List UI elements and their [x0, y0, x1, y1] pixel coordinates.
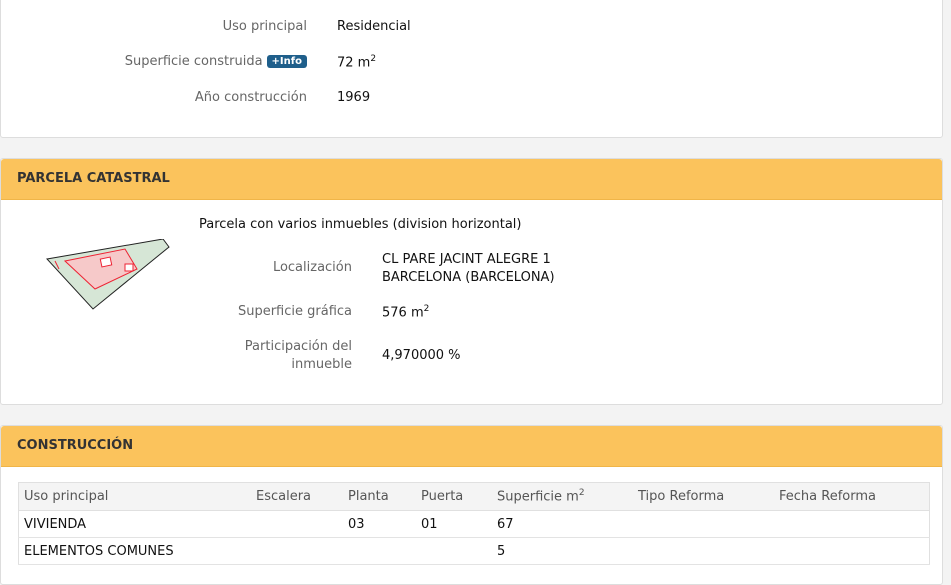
anio-construccion-label: Año construcción [194, 90, 307, 105]
participacion-label: Participación del inmueble [201, 338, 352, 374]
cell-puerta [416, 537, 492, 565]
cell-superficie: 67 [492, 510, 633, 538]
uso-principal-label: Uso principal [222, 19, 307, 34]
cell-planta [343, 537, 416, 565]
parcela-descripcion: Parcela con varios inmuebles (division h… [199, 217, 522, 232]
uso-principal-value: Residencial [337, 19, 411, 34]
localizacion-line-1: CL PARE JACINT ALEGRE 1 [382, 252, 551, 267]
parcel-map-image[interactable] [45, 239, 171, 311]
col-fecha-reforma: Fecha Reforma [774, 482, 930, 511]
participacion-value: 4,970000 % [382, 348, 461, 363]
cell-uso: ELEMENTOS COMUNES [18, 537, 251, 565]
table-row: ELEMENTOS COMUNES 5 [18, 537, 930, 565]
superficie-grafica-sup: 2 [423, 304, 430, 314]
cell-fecha-reforma [774, 510, 930, 538]
col-superficie-text: Superficie m [497, 489, 579, 505]
table-header-row: Uso principal Escalera Planta Puerta Sup… [18, 482, 930, 511]
cell-puerta: 01 [416, 510, 492, 538]
construccion-heading: CONSTRUCCIÓN [1, 426, 942, 467]
superficie-grafica-value: 576 m2 [382, 304, 429, 320]
col-superficie: Superficie m2 [492, 482, 633, 511]
construccion-panel: CONSTRUCCIÓN Uso principal Escalera Plan… [0, 425, 943, 585]
localizacion-value: CL PARE JACINT ALEGRE 1 BARCELONA (BARCE… [382, 251, 555, 287]
cell-uso: VIVIENDA [18, 510, 251, 538]
superficie-construida-text: Superficie construida [124, 54, 263, 69]
cell-superficie: 5 [492, 537, 633, 565]
inmueble-panel: Uso principal Residencial Superficie con… [0, 0, 943, 138]
col-superficie-sup: 2 [578, 488, 585, 499]
participacion-label-line-2: inmueble [291, 357, 352, 372]
superficie-construida-number: 72 m [337, 55, 371, 71]
cell-tipo-reforma [633, 510, 774, 538]
cell-fecha-reforma [774, 537, 930, 565]
table-row: VIVIENDA 03 01 67 [18, 510, 930, 538]
superficie-grafica-label: Superficie gráfica [237, 304, 352, 319]
construccion-table: Uso principal Escalera Planta Puerta Sup… [18, 482, 930, 565]
cell-planta: 03 [343, 510, 416, 538]
col-puerta: Puerta [416, 482, 492, 511]
superficie-grafica-number: 576 m [382, 305, 424, 321]
col-uso-principal: Uso principal [18, 482, 251, 511]
col-escalera: Escalera [251, 482, 343, 511]
parcela-heading: PARCELA CATASTRAL [1, 159, 942, 200]
superficie-construida-label: Superficie construida +Info [61, 54, 307, 69]
cell-tipo-reforma [633, 537, 774, 565]
superficie-construida-value: 72 m2 [337, 54, 376, 70]
parcela-panel: PARCELA CATASTRAL Parcela con varios inm… [0, 158, 943, 405]
col-tipo-reforma: Tipo Reforma [633, 482, 774, 511]
participacion-label-line-1: Participación del [244, 339, 352, 354]
localizacion-line-2: BARCELONA (BARCELONA) [382, 270, 555, 285]
localizacion-label: Localización [272, 260, 352, 275]
anio-construccion-value: 1969 [337, 90, 371, 105]
superficie-unit-sup: 2 [370, 54, 377, 64]
cell-escalera [251, 537, 343, 565]
col-planta: Planta [343, 482, 416, 511]
cell-escalera [251, 510, 343, 538]
info-button[interactable]: +Info [266, 55, 307, 68]
